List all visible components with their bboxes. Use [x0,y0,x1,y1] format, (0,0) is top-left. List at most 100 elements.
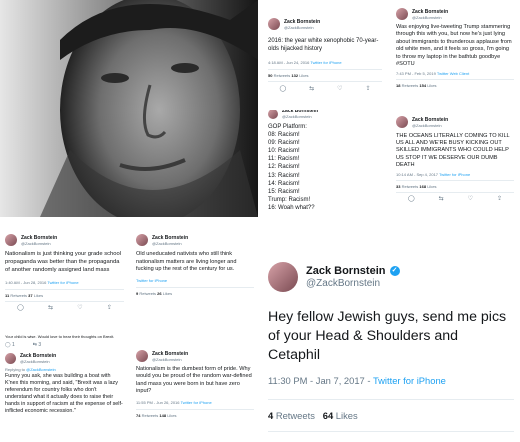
author-name[interactable]: Zack Bornstein [412,9,448,15]
tweet-source[interactable]: Twitter Web Client [437,71,469,76]
share-icon[interactable]: ⇪ [497,196,502,203]
tweet-meta: 10:14 AM - Sep 4, 2017 Twitter for iPhon… [396,172,514,177]
tweet-text: Hey fellow Jewish guys, send me pics of … [268,309,507,363]
retweet-count[interactable]: 9 [136,291,138,296]
author-handle[interactable]: @ZackBornstein [282,114,318,119]
tweet-card-sotu[interactable]: Zack Bornstein @ZackBornstein Was enjoyi… [390,0,520,108]
reply-icon[interactable]: ◯ [408,196,415,203]
like-icon[interactable]: ♡ [468,196,473,203]
likes-label: Likes [335,410,358,421]
tweet-meta: 4:18 AM - Jun 24, 2016 Twitter for iPhon… [268,60,382,65]
author-name[interactable]: Zack Bornstein [152,235,188,241]
avatar[interactable] [136,350,148,362]
like-count[interactable]: 64 [323,410,333,421]
divider [268,431,514,432]
author-name[interactable]: Zack Bornstein [284,19,320,25]
like-count[interactable]: 132 [291,73,298,78]
like-icon[interactable]: ♡ [77,305,82,312]
author-handle[interactable]: @ZackBornstein [21,241,57,246]
tweet-text: 2016: the year white xenophobic 70-year-… [268,38,379,52]
author-name[interactable]: Zack Bornstein [306,265,385,277]
avatar[interactable] [396,116,408,128]
retweet-count[interactable]: 4 [268,410,273,421]
like-count[interactable]: 37 [28,293,32,298]
reply-icon[interactable]: ◯ [279,86,286,93]
tweet-text: Funny you ask, she was building a boat w… [5,373,123,414]
tweet-stats: 11 Retweets 37 Likes [5,293,124,298]
tweet-source[interactable]: Twitter for iPhone [310,60,341,65]
tweet-card-brexit[interactable]: Your child is wise. Would love to hear t… [0,332,129,442]
reply-icon[interactable]: ◯ [17,305,24,312]
tweet-header: Zack Bornstein @ZackBornstein [5,234,124,246]
tweet-card-featured[interactable]: Zack Bornstein ✓ @ZackBornstein Hey fell… [261,220,520,442]
tweet-stats: 4 Retweets 64 Likes [268,410,514,421]
author-handle[interactable]: @ZackBornstein [412,15,448,20]
parent-tweet-actions: ◯ 1 ⇆ 3 [5,342,124,349]
retweet-icon[interactable]: ⇆ [439,196,444,203]
like-count[interactable]: 154 [419,83,426,88]
author-handle[interactable]: @ZackBornstein [306,278,400,290]
like-count[interactable]: 26 [157,291,161,296]
retweets-label: Retweets [401,83,419,89]
tweet-time[interactable]: 1:40 AM - Jun 28, 2016 [5,280,46,285]
tweet-card-dumbest-pride[interactable]: Zack Bornstein @ZackBornstein Nationalis… [131,332,259,442]
tweet-time[interactable]: 4:18 AM - Jun 24, 2016 [268,60,309,65]
retweet-count[interactable]: 50 [268,73,272,78]
like-count[interactable]: 148 [159,413,166,418]
retweet-count[interactable]: 33 [396,184,400,189]
tweet-header: Zack Bornstein @ZackBornstein [396,8,514,20]
tweet-stats: 9 Retweets 26 Likes [136,291,254,296]
likes-label: Likes [427,83,437,89]
author-handle[interactable]: @ZackBornstein [20,359,56,364]
tweet-card-gop-platform[interactable]: Zack Bornstein @ZackBornstein GOP Platfo… [262,110,388,217]
tweet-time[interactable]: 7:43 PM - Feb 5, 2019 [396,71,436,76]
tweet-header: Zack Bornstein @ZackBornstein [136,350,254,362]
author-name[interactable]: Zack Bornstein [152,351,188,357]
avatar[interactable] [5,353,16,364]
retweet-count[interactable]: 11 [5,293,9,298]
tweet-source[interactable]: Twitter for iPhone [373,375,446,386]
author-name[interactable]: Zack Bornstein [21,235,57,241]
tweet-text: Nationalism is just thinking your grade … [5,251,121,273]
avatar[interactable] [268,262,298,292]
reply-icon[interactable]: ◯ 1 [5,342,15,349]
reply-count: 1 [12,342,15,348]
tweet-source[interactable]: Twitter for iPhone [439,172,470,177]
tweet-card-nativists[interactable]: Zack Bornstein @ZackBornstein Old uneduc… [131,222,259,330]
tweet-time[interactable]: 11:30 PM - Jan 7, 2017 - [268,375,373,386]
like-count[interactable]: 168 [419,184,426,189]
divider [5,289,124,291]
retweet-count[interactable]: 74 [136,413,140,418]
like-icon[interactable]: ♡ [337,86,342,93]
retweet-icon[interactable]: ⇆ [309,86,314,93]
tweet-header: Zack Bornstein ✓ @ZackBornstein [268,262,514,292]
author-handle[interactable]: @ZackBornstein [412,123,448,128]
avatar[interactable] [5,234,17,246]
tweet-card-propaganda[interactable]: Zack Bornstein @ZackBornstein Nationalis… [0,222,129,330]
tweet-time[interactable]: 10:14 AM - Sep 4, 2017 [396,172,438,177]
author-handle[interactable]: @ZackBornstein [152,357,188,362]
author-name[interactable]: Zack Bornstein [412,117,448,123]
avatar[interactable] [268,110,278,119]
avatar[interactable] [268,18,280,30]
tweet-header: Zack Bornstein @ZackBornstein [396,116,514,128]
verified-badge-icon: ✓ [389,265,400,276]
tweet-source[interactable]: Twitter for iPhone [47,280,78,285]
tweet-card-oceans[interactable]: Zack Bornstein @ZackBornstein THE OCEANS… [390,110,520,217]
retweet-icon[interactable]: ⇆ 3 [33,342,41,349]
author-handle[interactable]: @ZackBornstein [152,241,188,246]
avatar[interactable] [396,8,408,20]
tweet-card-2016[interactable]: Zack Bornstein @ZackBornstein 2016: the … [262,0,388,108]
retweet-icon[interactable]: ⇆ [48,305,53,312]
tweet-source[interactable]: Twitter for iPhone [181,400,212,405]
author-handle[interactable]: @ZackBornstein [284,25,320,30]
tweet-source[interactable]: Twitter for iPhone [136,278,167,283]
tweet-time[interactable]: 11:55 PM - Jun 26, 2016 [136,400,180,405]
tweet-meta: Twitter for iPhone [136,278,254,283]
avatar[interactable] [136,234,148,246]
tweet-text: Nationalism is the dumbest form of pride… [136,366,252,395]
share-icon[interactable]: ⇪ [107,305,112,312]
replying-handle[interactable]: @ZackBornstein [26,367,56,372]
retweet-count[interactable]: 18 [396,83,400,88]
share-icon[interactable]: ⇪ [365,86,370,93]
